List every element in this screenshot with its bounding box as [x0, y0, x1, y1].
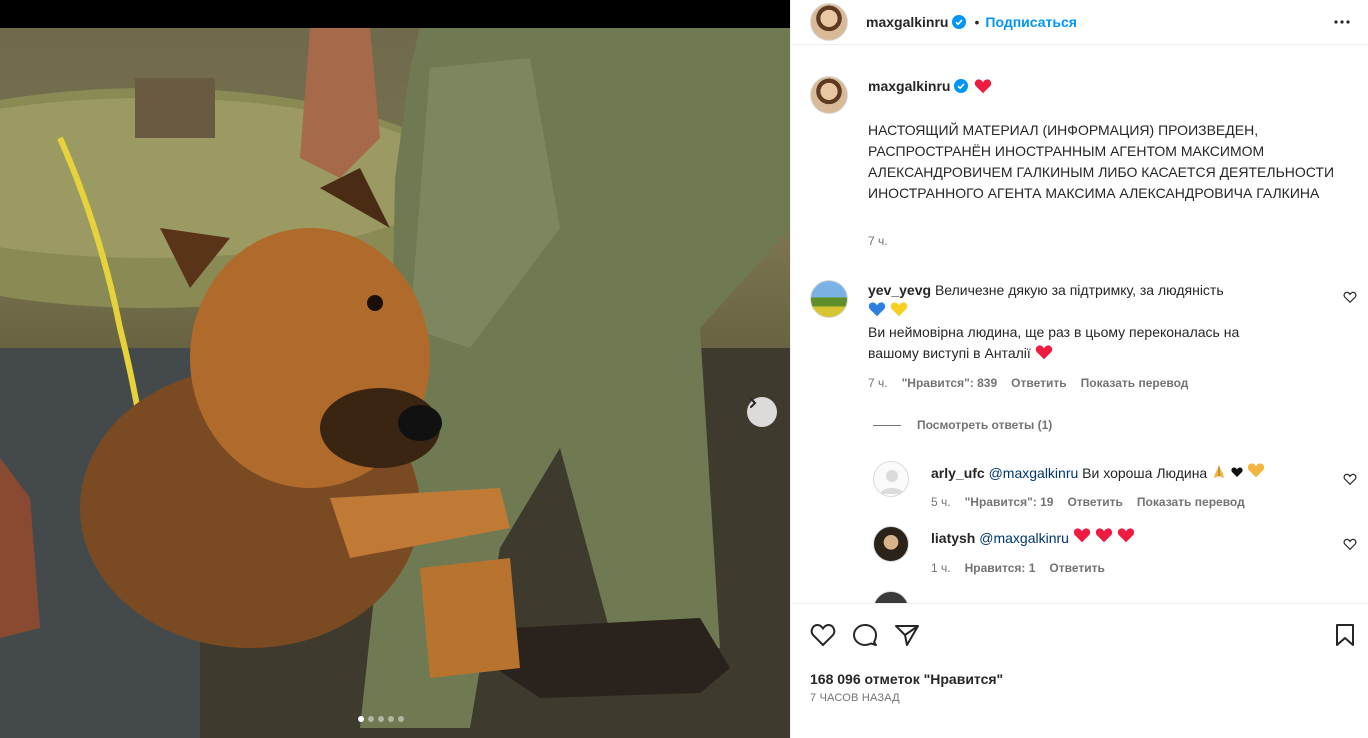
comment-meta: 7 ч. "Нравится": 839 Ответить Показать п… — [868, 376, 1188, 390]
red-heart-emoji-icon — [975, 79, 992, 94]
mention-link[interactable]: @maxgalkinru — [989, 465, 1079, 481]
comment-time: 7 ч. — [868, 376, 888, 390]
reply-avatar-wrap — [873, 461, 909, 497]
avatar[interactable] — [873, 461, 909, 497]
carousel-dot — [388, 716, 394, 722]
red-heart-emoji-icon — [1095, 528, 1112, 543]
comment-text-2: Ви неймовірна людина, ще раз в цьому пер… — [868, 324, 1240, 361]
like-icon[interactable] — [810, 623, 836, 647]
comment-yev-yevg: yev_yevg Величезне дякую за підтримку, з… — [868, 280, 1278, 364]
post-panel: maxgalkinru • Подписаться maxgalkinru НА… — [790, 0, 1368, 738]
next-slide-button[interactable] — [747, 397, 777, 427]
post-media — [0, 0, 790, 738]
reply-arly-ufc: arly_ufc @maxgalkinru Ви хороша Людина — [931, 462, 1265, 484]
reply-button[interactable]: Ответить — [1011, 376, 1066, 390]
heart-hands-emoji-icon — [1247, 463, 1265, 478]
comment-likes[interactable]: "Нравится": 839 — [902, 376, 998, 390]
avatar[interactable] — [810, 76, 848, 114]
divider — [873, 424, 901, 426]
comment-likes[interactable]: Нравится: 1 — [965, 561, 1036, 575]
view-replies-button[interactable]: Посмотреть ответы (1) — [873, 418, 1052, 432]
reply-avatar-wrap — [873, 526, 909, 562]
comment-text: Ви хороша Людина — [1082, 465, 1208, 481]
caption-avatar-wrap — [810, 76, 848, 114]
save-bookmark-icon[interactable] — [1333, 623, 1357, 647]
avatar[interactable] — [873, 526, 909, 562]
post-photo[interactable] — [0, 28, 790, 738]
comment-icon[interactable] — [852, 623, 878, 647]
reply-meta: 1 ч. Нравится: 1 Ответить — [931, 561, 1105, 575]
next-reply-avatar — [873, 591, 909, 603]
reply-liatysh: liatysh @maxgalkinru — [931, 527, 1135, 549]
caption-header: maxgalkinru — [868, 78, 992, 94]
reply-button[interactable]: Ответить — [1067, 495, 1122, 509]
emoji-group — [1211, 463, 1265, 481]
post-header: maxgalkinru • Подписаться — [791, 0, 1368, 45]
verified-badge-icon — [954, 79, 969, 93]
follow-button[interactable]: Подписаться — [985, 14, 1077, 30]
avatar[interactable] — [810, 3, 848, 41]
mention-link[interactable]: @maxgalkinru — [979, 530, 1069, 546]
separator-dot: • — [974, 14, 980, 30]
comments-list[interactable]: maxgalkinru НАСТОЯЩИЙ МАТЕРИАЛ (ИНФОРМАЦ… — [791, 59, 1368, 603]
emoji-line — [868, 301, 1278, 322]
chevron-right-icon — [750, 398, 757, 408]
carousel-dot — [358, 716, 364, 722]
black-heart-emoji-icon — [1231, 467, 1243, 477]
more-options-icon[interactable] — [1332, 12, 1352, 32]
comment-time: 5 ч. — [931, 495, 951, 509]
verified-badge-icon — [952, 15, 967, 29]
avatar[interactable] — [810, 280, 848, 318]
comment-username[interactable]: liatysh — [931, 530, 975, 546]
emoji-group — [1073, 528, 1135, 546]
carousel-dot — [368, 716, 374, 722]
caption-text: НАСТОЯЩИЙ МАТЕРИАЛ (ИНФОРМАЦИЯ) ПРОИЗВЕД… — [868, 122, 1335, 201]
translate-button[interactable]: Показать перевод — [1081, 376, 1189, 390]
comment-username[interactable]: arly_ufc — [931, 465, 985, 481]
like-comment-icon[interactable] — [1343, 537, 1357, 551]
caption-meta: 7 ч. — [868, 234, 888, 248]
default-avatar-icon — [880, 470, 904, 494]
comment-username[interactable]: yev_yevg — [868, 282, 931, 298]
like-comment-icon[interactable] — [1343, 290, 1357, 304]
carousel-dot — [398, 716, 404, 722]
post-time: 7 ЧАСОВ НАЗАД — [810, 692, 900, 704]
comment-avatar-wrap — [810, 280, 848, 318]
action-icons — [810, 623, 920, 647]
likes-count[interactable]: 168 096 отметок "Нравится" — [810, 671, 1003, 687]
comment-likes[interactable]: "Нравится": 19 — [965, 495, 1054, 509]
view-replies-label[interactable]: Посмотреть ответы (1) — [917, 418, 1052, 432]
comment-text: Величезне дякую за підтримку, за людяніс… — [934, 282, 1224, 298]
reply-meta: 5 ч. "Нравится": 19 Ответить Показать пе… — [931, 495, 1245, 509]
avatar[interactable] — [873, 591, 909, 603]
dog-photo-illustration — [0, 28, 790, 738]
reply-button[interactable]: Ответить — [1049, 561, 1104, 575]
red-heart-emoji-icon — [1073, 528, 1090, 543]
blue-heart-emoji-icon — [868, 302, 886, 317]
carousel-dot — [378, 716, 384, 722]
caption-username[interactable]: maxgalkinru — [868, 78, 950, 94]
post-owner-username[interactable]: maxgalkinru — [866, 14, 948, 30]
like-comment-icon[interactable] — [1343, 472, 1357, 486]
translate-button[interactable]: Показать перевод — [1137, 495, 1245, 509]
share-icon[interactable] — [894, 623, 920, 647]
carousel-indicator — [358, 716, 404, 722]
post-actions: 168 096 отметок "Нравится" 7 ЧАСОВ НАЗАД — [791, 603, 1368, 738]
yellow-heart-emoji-icon — [890, 302, 908, 317]
praying-hands-emoji-icon — [1214, 466, 1225, 478]
red-heart-emoji-icon — [1035, 345, 1052, 360]
comment-time: 1 ч. — [931, 561, 951, 575]
caption-time: 7 ч. — [868, 234, 888, 248]
red-heart-emoji-icon — [1117, 528, 1134, 543]
